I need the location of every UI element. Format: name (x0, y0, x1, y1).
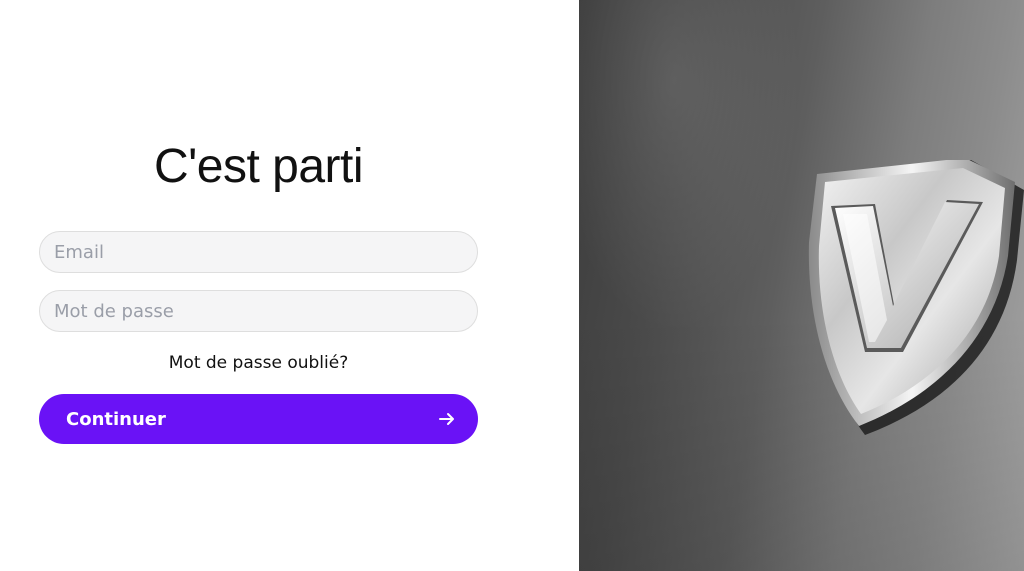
password-field[interactable] (39, 290, 478, 332)
shield-v-logo (808, 160, 1024, 435)
email-field[interactable] (39, 231, 478, 273)
arrow-right-icon (438, 410, 456, 428)
login-form-panel: C'est parti Mot de passe oublié? Continu… (0, 0, 579, 571)
page-title: C'est parti (153, 140, 364, 193)
forgot-password-link[interactable]: Mot de passe oublié? (39, 351, 478, 375)
continue-button[interactable]: Continuer (39, 394, 478, 444)
login-page: C'est parti Mot de passe oublié? Continu… (0, 0, 1024, 571)
hero-image-panel (579, 0, 1024, 571)
continue-button-label: Continuer (66, 408, 166, 430)
